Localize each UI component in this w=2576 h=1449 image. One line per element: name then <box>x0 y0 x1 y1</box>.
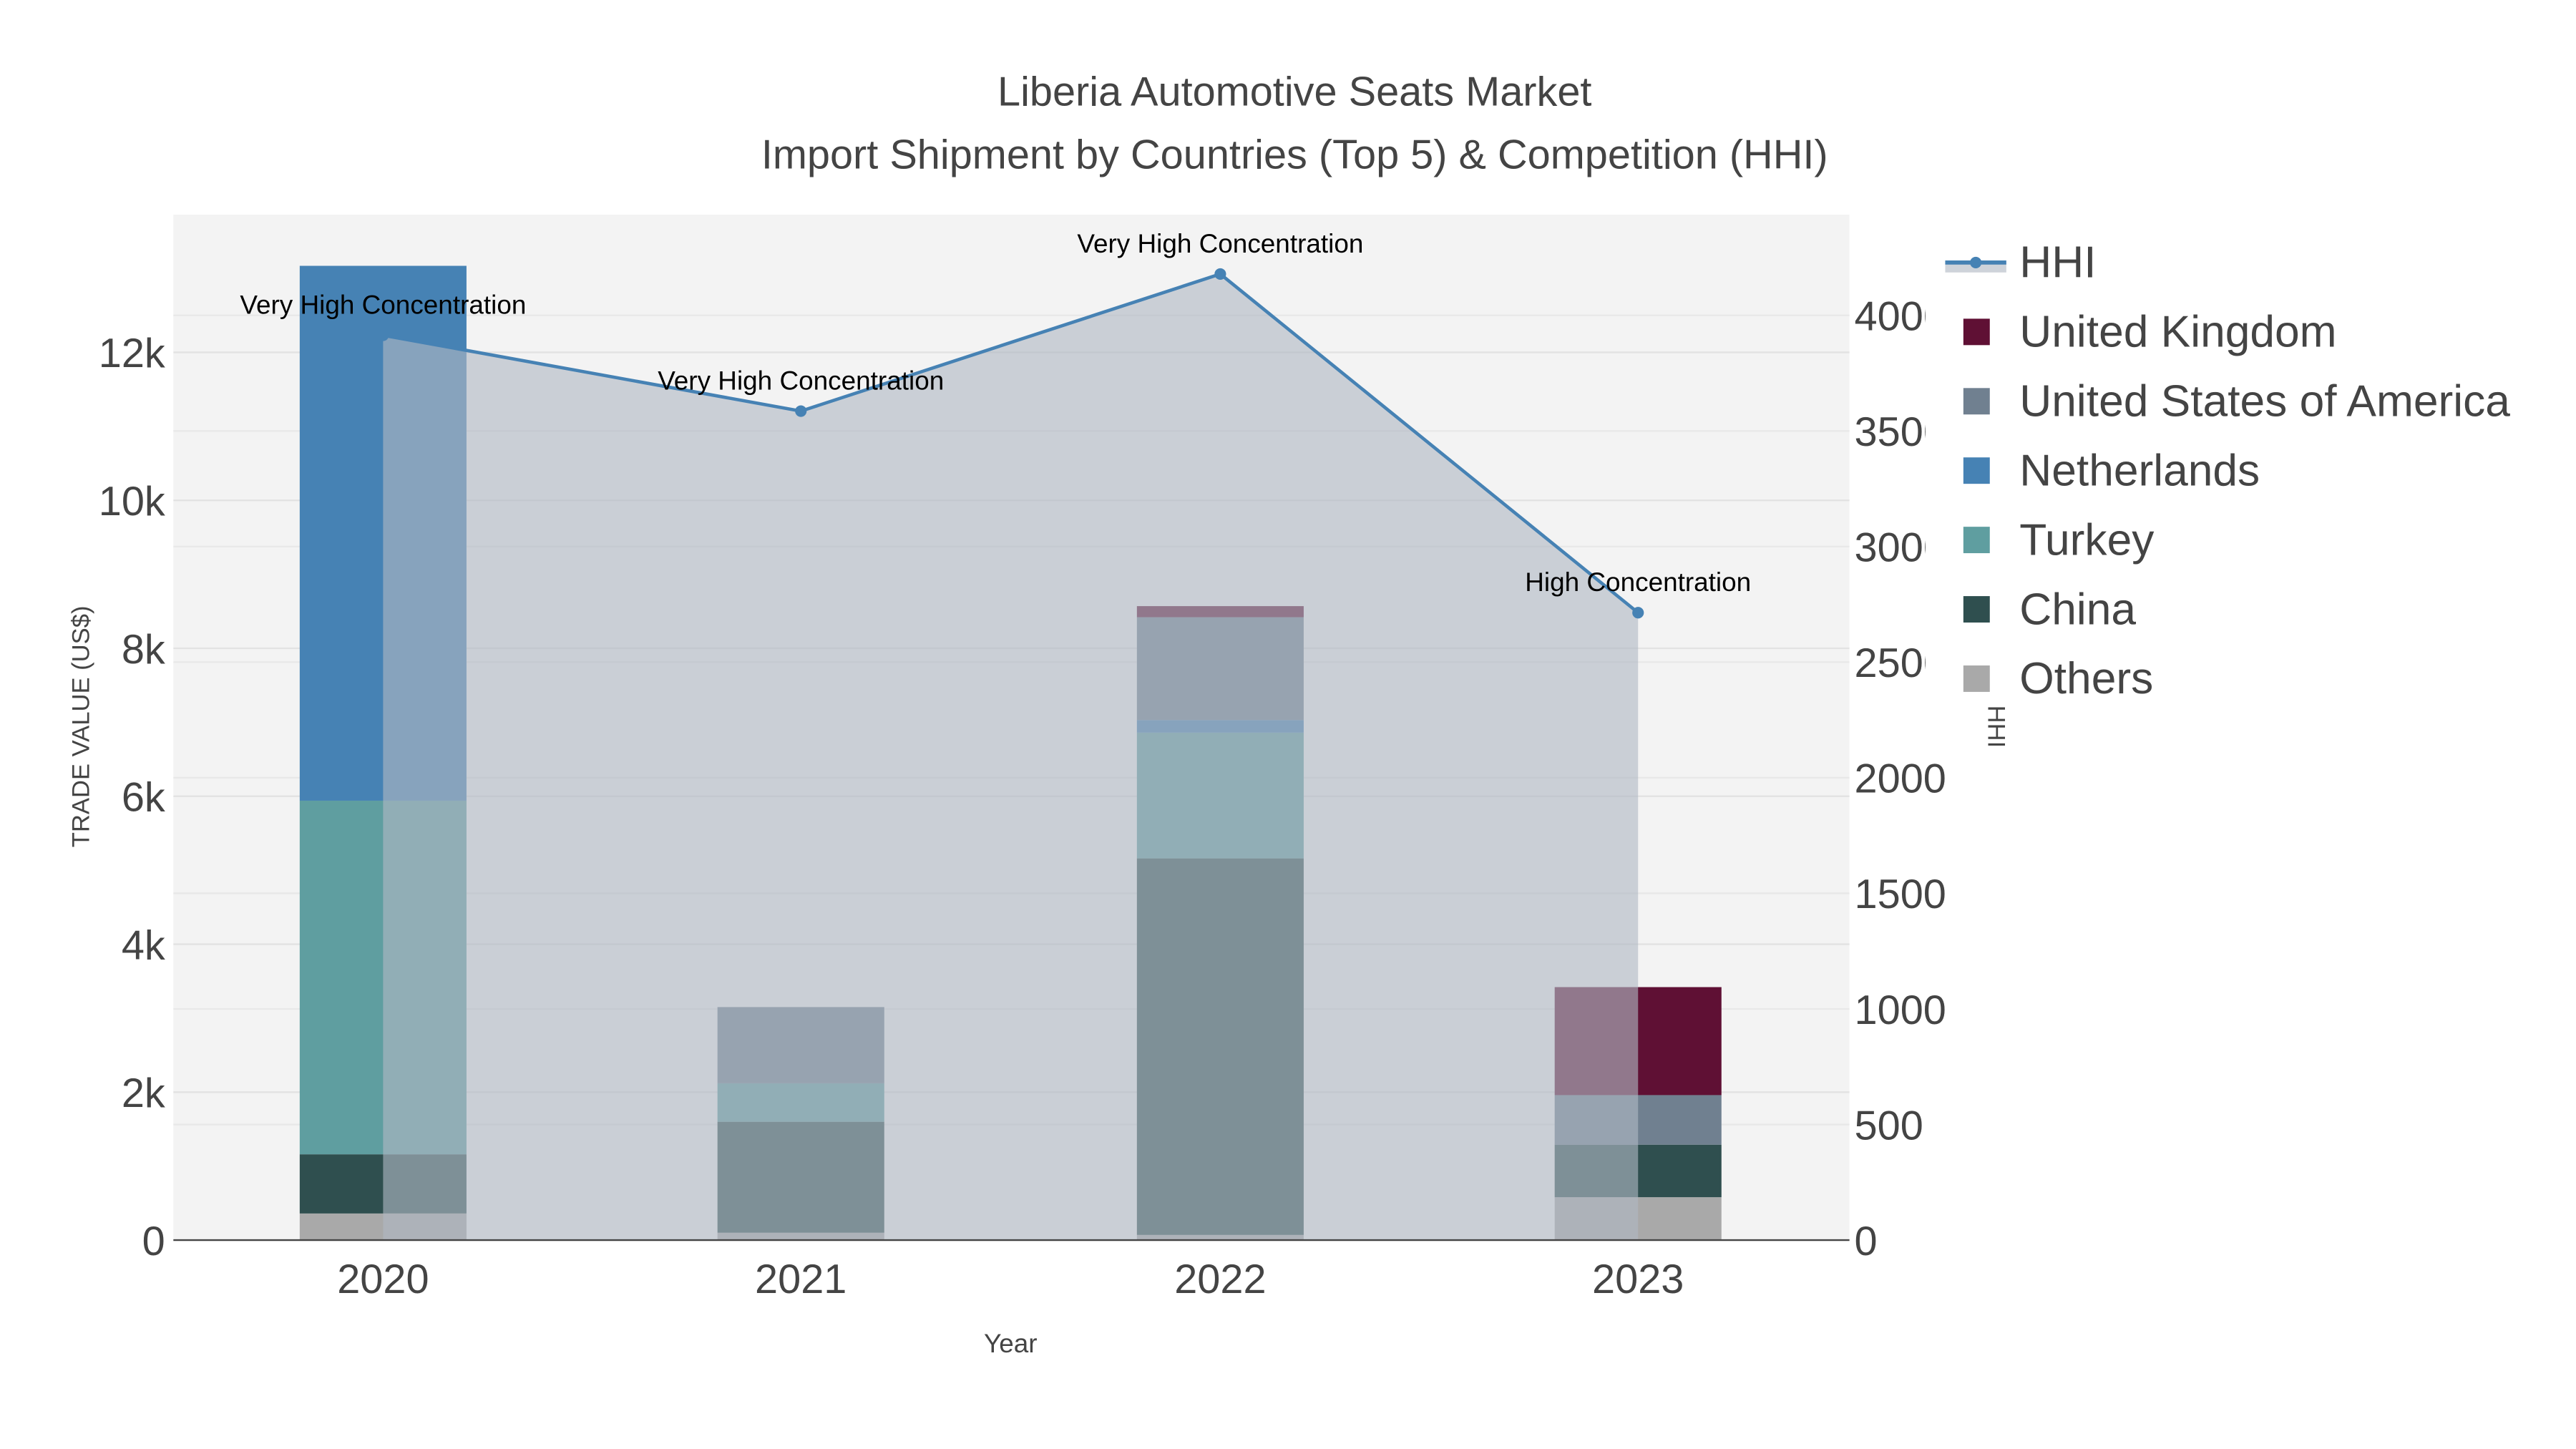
legend-label: Netherlands <box>2019 446 2260 495</box>
x-tick-label: 2022 <box>1174 1257 1266 1302</box>
legend-label: Turkey <box>2019 515 2155 565</box>
hhi-point <box>1632 607 1644 619</box>
chart: Very High Concentration Very High Concent… <box>68 69 2576 1358</box>
y2-tick-label: 2000 <box>1855 756 1946 802</box>
y2-tick-label: 0 <box>1855 1219 1878 1264</box>
legend-label: United States of America <box>2019 377 2510 426</box>
y-tick-label: 6k <box>122 775 165 821</box>
y-tick-label: 8k <box>122 627 165 673</box>
x-tick-label: 2020 <box>337 1257 429 1302</box>
x-axis-title: Year <box>984 1329 1038 1358</box>
y-tick-label: 4k <box>122 922 165 968</box>
legend-label: United Kingdom <box>2019 308 2336 357</box>
legend-label: HHI <box>2019 238 2096 288</box>
chart-title-line1: Liberia Automotive Seats Market <box>997 69 1591 115</box>
hhi-point <box>795 405 807 417</box>
legend-hhi-marker <box>1970 256 1982 268</box>
legend-label: Others <box>2019 654 2153 703</box>
legend-swatch <box>1963 527 1990 554</box>
y2-tick-label: 500 <box>1855 1103 1923 1148</box>
x-tick-label: 2023 <box>1592 1257 1684 1302</box>
x-tick-label: 2021 <box>755 1257 847 1302</box>
chart-title-line2: Import Shipment by Countries (Top 5) & C… <box>761 132 1828 177</box>
y-axis-title: TRADE VALUE (US$) <box>68 605 95 847</box>
legend-swatch <box>1963 388 1990 415</box>
hhi-annotation: Very High Concentration <box>240 291 526 320</box>
legend-label: China <box>2019 585 2136 634</box>
hhi-point <box>377 329 389 341</box>
legend-swatch <box>1963 457 1990 484</box>
hhi-annotation: High Concentration <box>1525 567 1751 597</box>
hhi-annotation: Very High Concentration <box>658 366 944 396</box>
y-tick-label: 12k <box>99 331 165 376</box>
y2-tick-label: 1000 <box>1855 987 1946 1033</box>
y-tick-label: 2k <box>122 1070 165 1116</box>
legend-swatch <box>1963 665 1990 692</box>
y-tick-label: 10k <box>99 479 165 525</box>
legend-swatch <box>1963 318 1990 346</box>
legend-swatch <box>1963 596 1990 623</box>
hhi-point <box>1214 268 1226 280</box>
y-tick-label: 0 <box>142 1219 165 1264</box>
hhi-annotation: Very High Concentration <box>1077 229 1363 258</box>
y2-axis-title: HHI <box>1982 706 2009 748</box>
y2-tick-label: 1500 <box>1855 872 1946 917</box>
